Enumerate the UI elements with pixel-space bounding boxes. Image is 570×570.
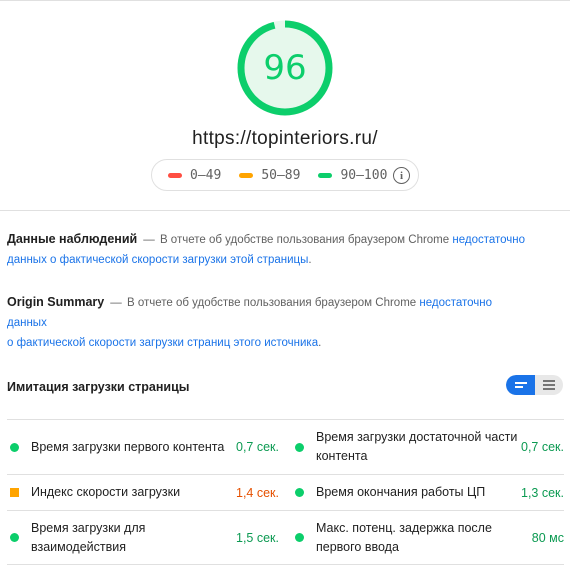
page-url: https://topinteriors.ru/ [192,128,378,149]
performance-score-gauge: 96 [237,20,333,116]
compact-view-icon[interactable] [506,375,535,395]
origin-summary-line-1: Origin Summary — В отчете об удобстве пол… [7,292,527,333]
legend-item-pass: 90–100 [318,168,387,183]
field-data-section: Данные наблюдений — В отчете об удобстве … [7,229,527,270]
field-data-text: В отчете об удобстве пользования браузер… [159,234,450,246]
pass-status-icon [10,442,19,452]
origin-summary-line-2: о фактической скорости загрузки страниц … [7,333,527,353]
field-data-dash: — [143,234,155,246]
metric-value: 1,4 сек. [236,485,279,500]
metric-label: Время загрузки для взаимодействия [31,520,146,554]
metric-label: Макс. потенц. задержка после первого вво… [316,520,492,554]
legend-item-fail: 0–49 [168,168,221,183]
field-data-line-2: данных о фактической скорости загрузки э… [7,250,527,270]
legend-range-pass: 90–100 [340,167,388,183]
pass-status-icon [10,533,19,542]
metrics-row: Время загрузки для взаимодействия 1,5 се… [7,510,564,565]
score-legend: 0–49 50–89 90–100 i [151,159,419,191]
metric-label: Время загрузки первого контента [31,439,225,454]
legend-item-average: 50–89 [239,168,300,183]
top-border [0,0,570,1]
list-view-icon[interactable] [535,375,563,395]
origin-summary-link-continued[interactable]: о фактической скорости загрузки страниц … [7,337,318,349]
field-data-line-1: Данные наблюдений — В отчете об удобстве … [7,229,527,250]
metric-value: 0,7 сек. [521,440,564,454]
origin-summary-tail: . [318,337,322,349]
metric-first-cpu-idle: Время окончания работы ЦП 1,3 сек. [292,475,564,510]
pass-status-icon [295,488,304,497]
legend-range-average: 50–89 [261,167,301,183]
metric-first-contentful-paint: Время загрузки первого контента 0,7 сек. [7,420,279,474]
field-data-tail: . [308,254,312,266]
origin-summary-text: В отчете об удобстве пользования браузер… [126,297,417,309]
field-data-link[interactable]: недостаточно [452,234,525,246]
metrics-view-toggle[interactable] [506,375,563,395]
metric-value: 0,7 сек. [236,440,279,454]
info-icon[interactable]: i [393,167,410,184]
metric-speed-index: Индекс скорости загрузки 1,4 сек. [7,475,279,510]
metric-label: Индекс скорости загрузки [31,485,181,499]
metric-time-to-interactive: Время загрузки для взаимодействия 1,5 се… [7,511,279,564]
metric-value: 1,3 сек. [521,485,564,500]
metric-max-potential-fid: Макс. потенц. задержка после первого вво… [292,511,564,564]
metric-value: 80 мс [531,530,564,545]
score-value: 96 [263,48,307,88]
legend-swatch-fail [168,172,182,178]
average-status-icon [10,488,19,497]
legend-swatch-average [239,172,254,178]
pass-status-icon [295,533,304,542]
pass-status-icon [295,442,304,452]
metrics-row: Время загрузки первого контента 0,7 сек.… [7,419,564,474]
legend-range-fail: 0–49 [190,167,222,183]
legend-swatch-pass [318,172,333,178]
metric-first-meaningful-paint: Время загрузки достаточной части контент… [292,420,564,474]
metric-value: 1,5 сек. [236,530,279,545]
field-data-title: Данные наблюдений [7,232,138,246]
lab-data-title: Имитация загрузки страницы [7,380,190,394]
metrics-row: Индекс скорости загрузки 1,4 сек. Время … [7,474,564,510]
field-data-link-continued[interactable]: данных о фактической скорости загрузки э… [7,254,308,266]
metric-label: Время окончания работы ЦП [316,485,486,499]
metrics-grid: Время загрузки первого контента 0,7 сек.… [7,419,564,565]
header-divider [0,210,570,211]
origin-summary-dash: — [110,297,122,309]
metric-label: Время загрузки достаточной части контент… [316,430,518,463]
origin-summary-section: Origin Summary — В отчете об удобстве пол… [7,292,527,353]
origin-summary-title: Origin Summary [7,295,105,309]
